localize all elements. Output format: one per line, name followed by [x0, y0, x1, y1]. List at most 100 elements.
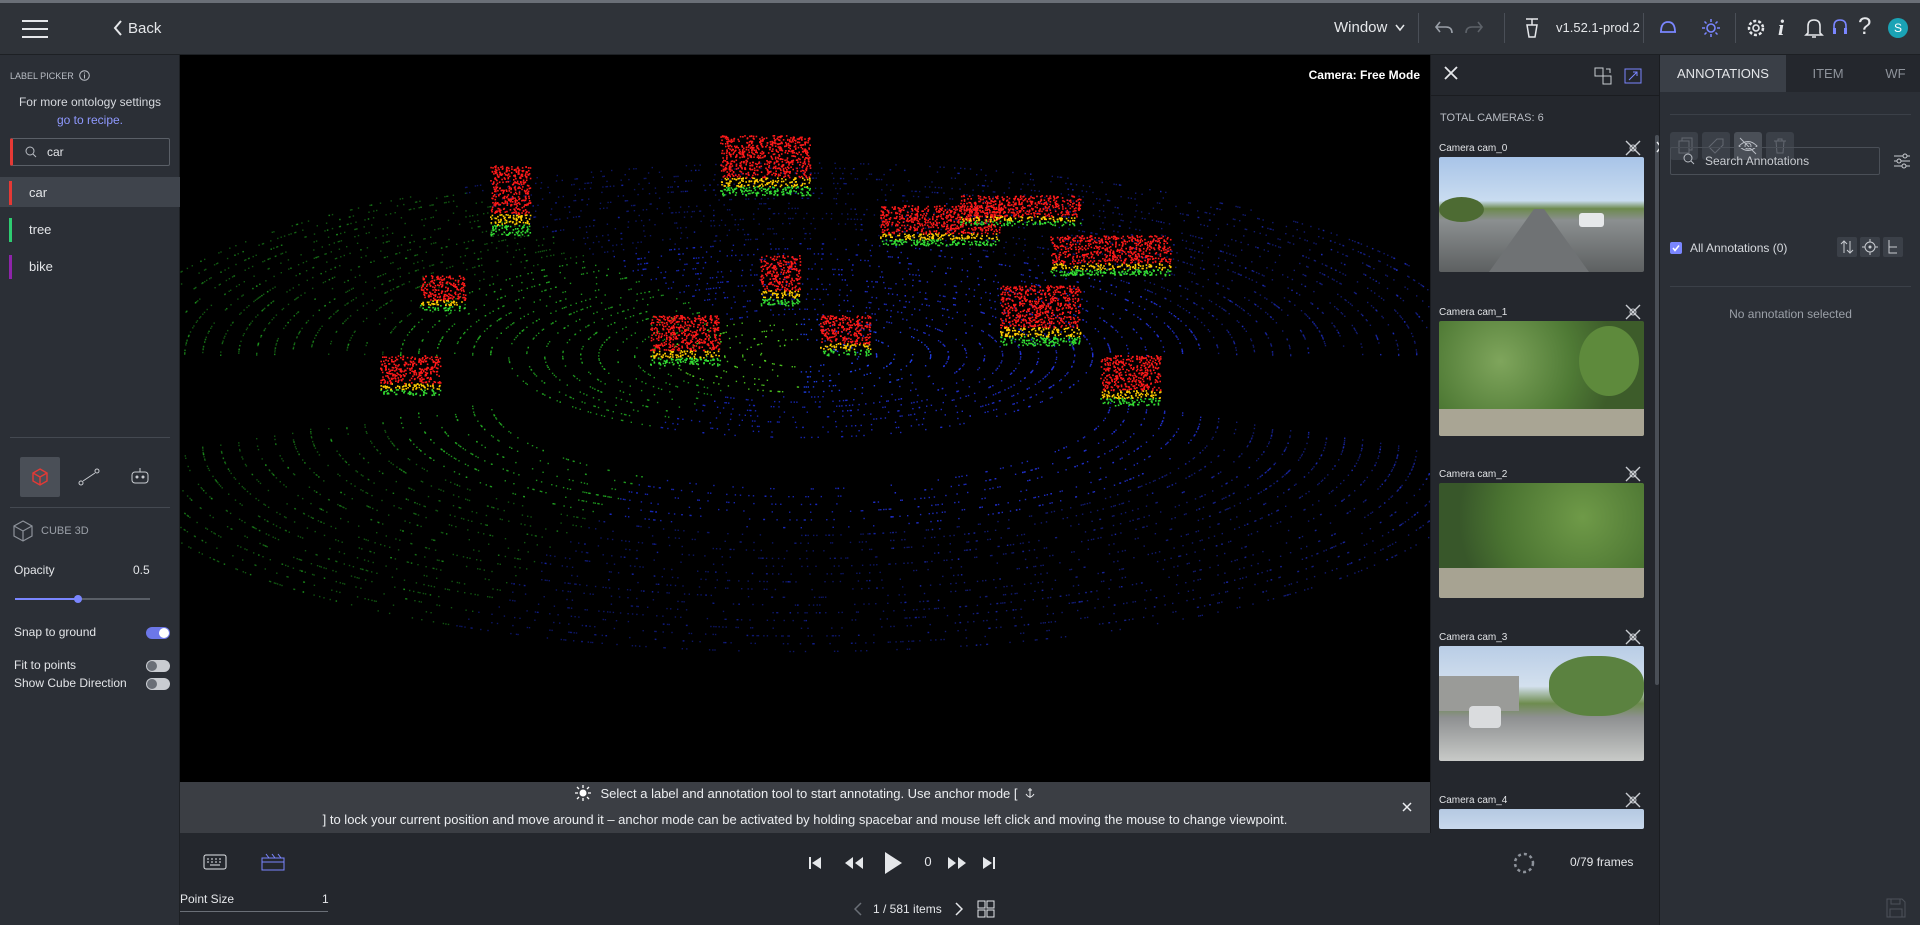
point-size-label: Point Size — [180, 892, 235, 906]
recipe-link[interactable]: go to recipe. — [0, 113, 180, 127]
cameras-panel: TOTAL CAMERAS: 6 Camera cam_0 Camera cam… — [1430, 55, 1662, 835]
close-icon[interactable] — [1444, 66, 1458, 85]
camera-card-cam-0[interactable]: Camera cam_0 — [1439, 140, 1644, 272]
grid-view-icon[interactable] — [977, 900, 995, 923]
point-size-value[interactable]: 1 — [322, 892, 329, 906]
redo-icon[interactable] — [1464, 19, 1484, 37]
locate-button[interactable] — [1860, 237, 1880, 257]
info-circle-icon[interactable] — [78, 70, 90, 81]
gear-icon[interactable] — [1745, 17, 1767, 39]
label-color-bar — [9, 218, 12, 242]
opacity-value: 0.5 — [133, 563, 150, 577]
camera-card-cam-1[interactable]: Camera cam_1 — [1439, 304, 1644, 436]
camera-card-cam-3[interactable]: Camera cam_3 — [1439, 629, 1644, 761]
search-value: car — [47, 145, 64, 159]
label-name: car — [29, 184, 48, 200]
left-panel: LABEL PICKER For more ontology settings … — [0, 55, 180, 925]
next-item-icon[interactable] — [955, 902, 964, 921]
helmet-icon[interactable] — [1658, 18, 1678, 38]
camera-image[interactable] — [1439, 483, 1644, 598]
snap-toggle[interactable] — [146, 627, 170, 639]
sort-button[interactable] — [1837, 237, 1857, 257]
label-item-bike[interactable]: bike — [0, 251, 180, 281]
clear-icon[interactable] — [1523, 17, 1541, 39]
ground-shape — [1439, 568, 1644, 598]
cube-tool-button[interactable] — [20, 457, 60, 497]
headset-icon[interactable] — [1831, 17, 1849, 39]
label-name: tree — [29, 221, 52, 237]
point-cloud-canvas[interactable] — [180, 55, 1430, 783]
annotations-search-input[interactable]: Search Annotations — [1670, 147, 1880, 175]
ground-shape — [1439, 409, 1644, 436]
camera-title: Camera cam_4 — [1439, 795, 1508, 806]
divider — [10, 437, 170, 438]
camera-image[interactable] — [1439, 646, 1644, 761]
camera-title: Camera cam_0 — [1439, 143, 1508, 154]
search-icon — [25, 146, 37, 158]
hint-close-icon[interactable] — [1402, 799, 1412, 817]
back-button[interactable]: Back — [112, 19, 161, 37]
cube-outline-icon — [11, 519, 35, 543]
chevron-left-icon — [112, 19, 124, 37]
avatar[interactable]: S — [1888, 18, 1908, 38]
camera-card-cam-2[interactable]: Camera cam_2 — [1439, 466, 1644, 598]
direction-label: Show Cube Direction — [14, 676, 127, 690]
camera-image[interactable] — [1439, 809, 1644, 829]
tab-annotations[interactable]: ANNOTATIONS — [1660, 55, 1786, 92]
car-shape — [1579, 213, 1604, 227]
all-annotations-checkbox[interactable] — [1670, 242, 1682, 254]
save-icon[interactable] — [1885, 897, 1907, 924]
divider — [1643, 13, 1644, 43]
lightbulb-icon — [574, 785, 591, 801]
skip-start-icon[interactable] — [808, 856, 822, 875]
info-icon[interactable]: i — [1778, 15, 1784, 41]
label-color-bar — [9, 181, 12, 205]
label-item-car[interactable]: car — [0, 177, 180, 207]
tab-item[interactable]: ITEM — [1786, 55, 1870, 92]
skip-end-icon[interactable] — [982, 856, 996, 875]
snap-label: Snap to ground — [14, 625, 97, 639]
divider — [1431, 95, 1660, 96]
all-annotations-row[interactable]: All Annotations (0) — [1670, 241, 1787, 255]
opacity-slider-knob[interactable] — [74, 595, 82, 603]
rewind-icon[interactable] — [844, 856, 864, 875]
divider — [10, 507, 170, 508]
point-cloud-viewer[interactable]: Camera: Free Mode — [180, 55, 1430, 783]
frame-sequence-icon[interactable] — [260, 852, 286, 877]
prev-item-icon[interactable] — [853, 902, 862, 921]
right-panel: ANNOTATIONS ITEM WF Search Annotations A… — [1659, 55, 1920, 925]
camera-card-cam-4[interactable]: Camera cam_4 — [1439, 792, 1644, 829]
window-dropdown[interactable]: Window — [1334, 19, 1405, 36]
label-item-tree[interactable]: tree — [0, 214, 180, 244]
tab-wf[interactable]: WF — [1870, 55, 1920, 92]
undo-icon[interactable] — [1434, 19, 1454, 37]
help-icon[interactable]: ? — [1858, 13, 1871, 41]
camera-image[interactable] — [1439, 157, 1644, 272]
direction-toggle[interactable] — [146, 678, 170, 690]
sun-icon[interactable] — [1701, 18, 1721, 38]
divider — [1418, 13, 1419, 43]
camera-title: Camera cam_2 — [1439, 469, 1508, 480]
hint-line-1: Select a label and annotation tool to st… — [180, 785, 1430, 801]
fast-forward-icon[interactable] — [947, 856, 967, 875]
window-label: Window — [1334, 19, 1388, 36]
auto-annotate-button[interactable] — [129, 465, 151, 487]
hint-banner: Select a label and annotation tool to st… — [180, 782, 1430, 836]
swap-view-icon[interactable] — [1594, 67, 1612, 90]
point-cloud-points — [180, 135, 1430, 653]
toggle-knob — [147, 679, 157, 689]
hamburger-menu-icon[interactable] — [22, 19, 48, 39]
fit-toggle[interactable] — [146, 660, 170, 672]
camera-sync-icon[interactable] — [1624, 67, 1642, 90]
opacity-slider[interactable] — [15, 595, 150, 603]
polyline-tool-button[interactable] — [78, 467, 100, 487]
label-picker-title: LABEL PICKER — [10, 70, 74, 81]
hierarchy-button[interactable] — [1883, 237, 1903, 257]
label-search-input[interactable]: car — [10, 138, 170, 166]
current-frame[interactable]: 0 — [918, 854, 938, 869]
filter-settings-icon[interactable] — [1893, 152, 1911, 175]
bell-icon[interactable] — [1804, 17, 1824, 39]
play-icon[interactable] — [883, 851, 903, 880]
camera-image[interactable] — [1439, 321, 1644, 436]
keyboard-icon[interactable] — [203, 854, 227, 875]
